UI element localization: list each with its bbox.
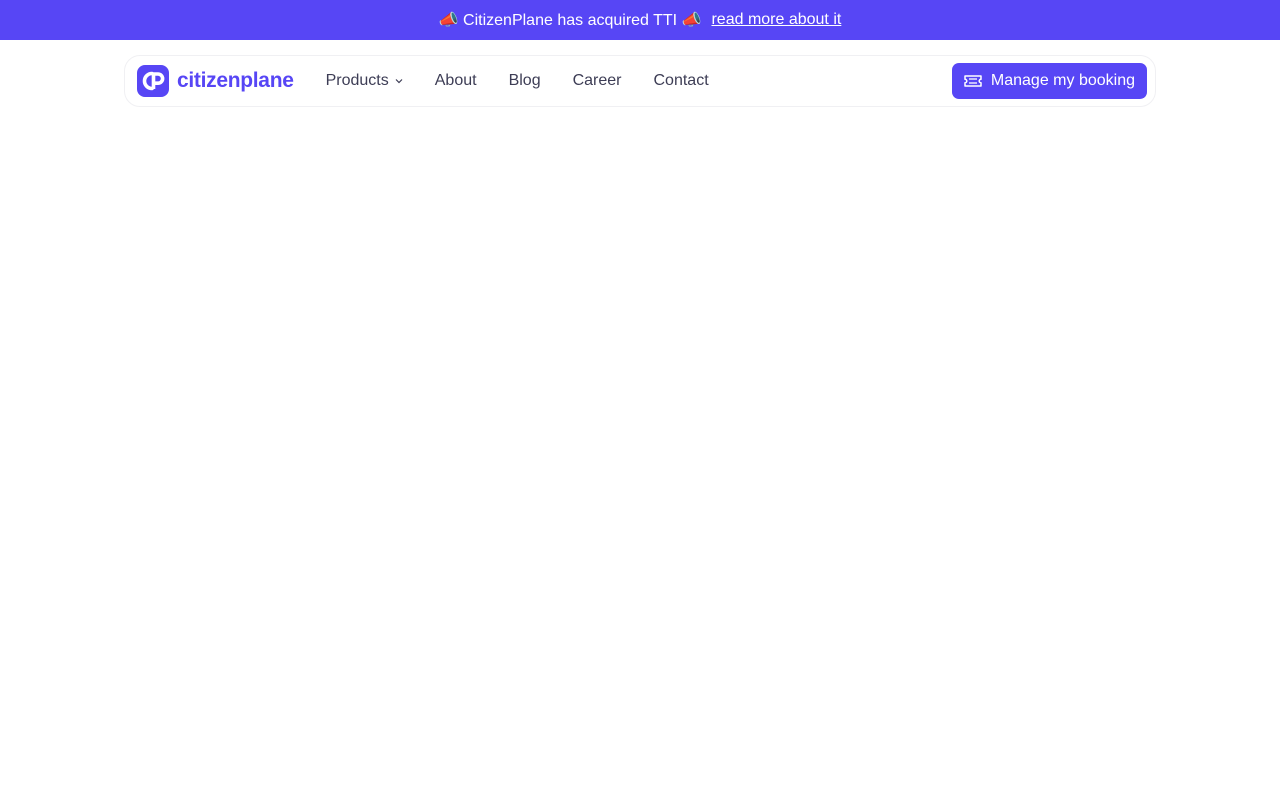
nav-item-contact[interactable]: Contact <box>654 72 709 90</box>
announcement-bar: 📣 CitizenPlane has acquired TTI 📣 read m… <box>0 0 1280 40</box>
logo-mark-icon <box>137 65 169 97</box>
brand-name: citizenplane <box>177 69 294 92</box>
manage-booking-label: Manage my booking <box>990 72 1135 89</box>
megaphone-icon: 📣 <box>438 12 459 29</box>
megaphone-icon: 📣 <box>681 12 702 29</box>
chevron-down-icon <box>395 79 403 84</box>
main-navbar: citizenplane Products About Blog Career … <box>124 55 1156 107</box>
nav-wrapper: citizenplane Products About Blog Career … <box>0 40 1280 107</box>
nav-menu: Products About Blog Career Contact <box>326 72 709 90</box>
nav-item-career[interactable]: Career <box>573 72 622 90</box>
nav-item-products[interactable]: Products <box>326 72 403 90</box>
manage-booking-button[interactable]: Manage my booking <box>951 63 1147 99</box>
nav-item-label: Contact <box>653 72 709 89</box>
nav-item-blog[interactable]: Blog <box>509 72 541 90</box>
announcement-text-group: 📣 CitizenPlane has acquired TTI 📣 <box>439 10 702 30</box>
nav-item-label: About <box>434 72 477 89</box>
ticket-icon <box>964 75 982 87</box>
brand-logo[interactable]: citizenplane <box>137 65 294 97</box>
nav-item-about[interactable]: About <box>435 72 477 90</box>
announcement-text: CitizenPlane has acquired TTI <box>463 12 678 29</box>
nav-item-label: Blog <box>508 72 541 89</box>
nav-item-label: Career <box>572 72 622 89</box>
nav-item-label: Products <box>325 72 389 89</box>
read-more-link[interactable]: read more about it <box>711 11 841 29</box>
